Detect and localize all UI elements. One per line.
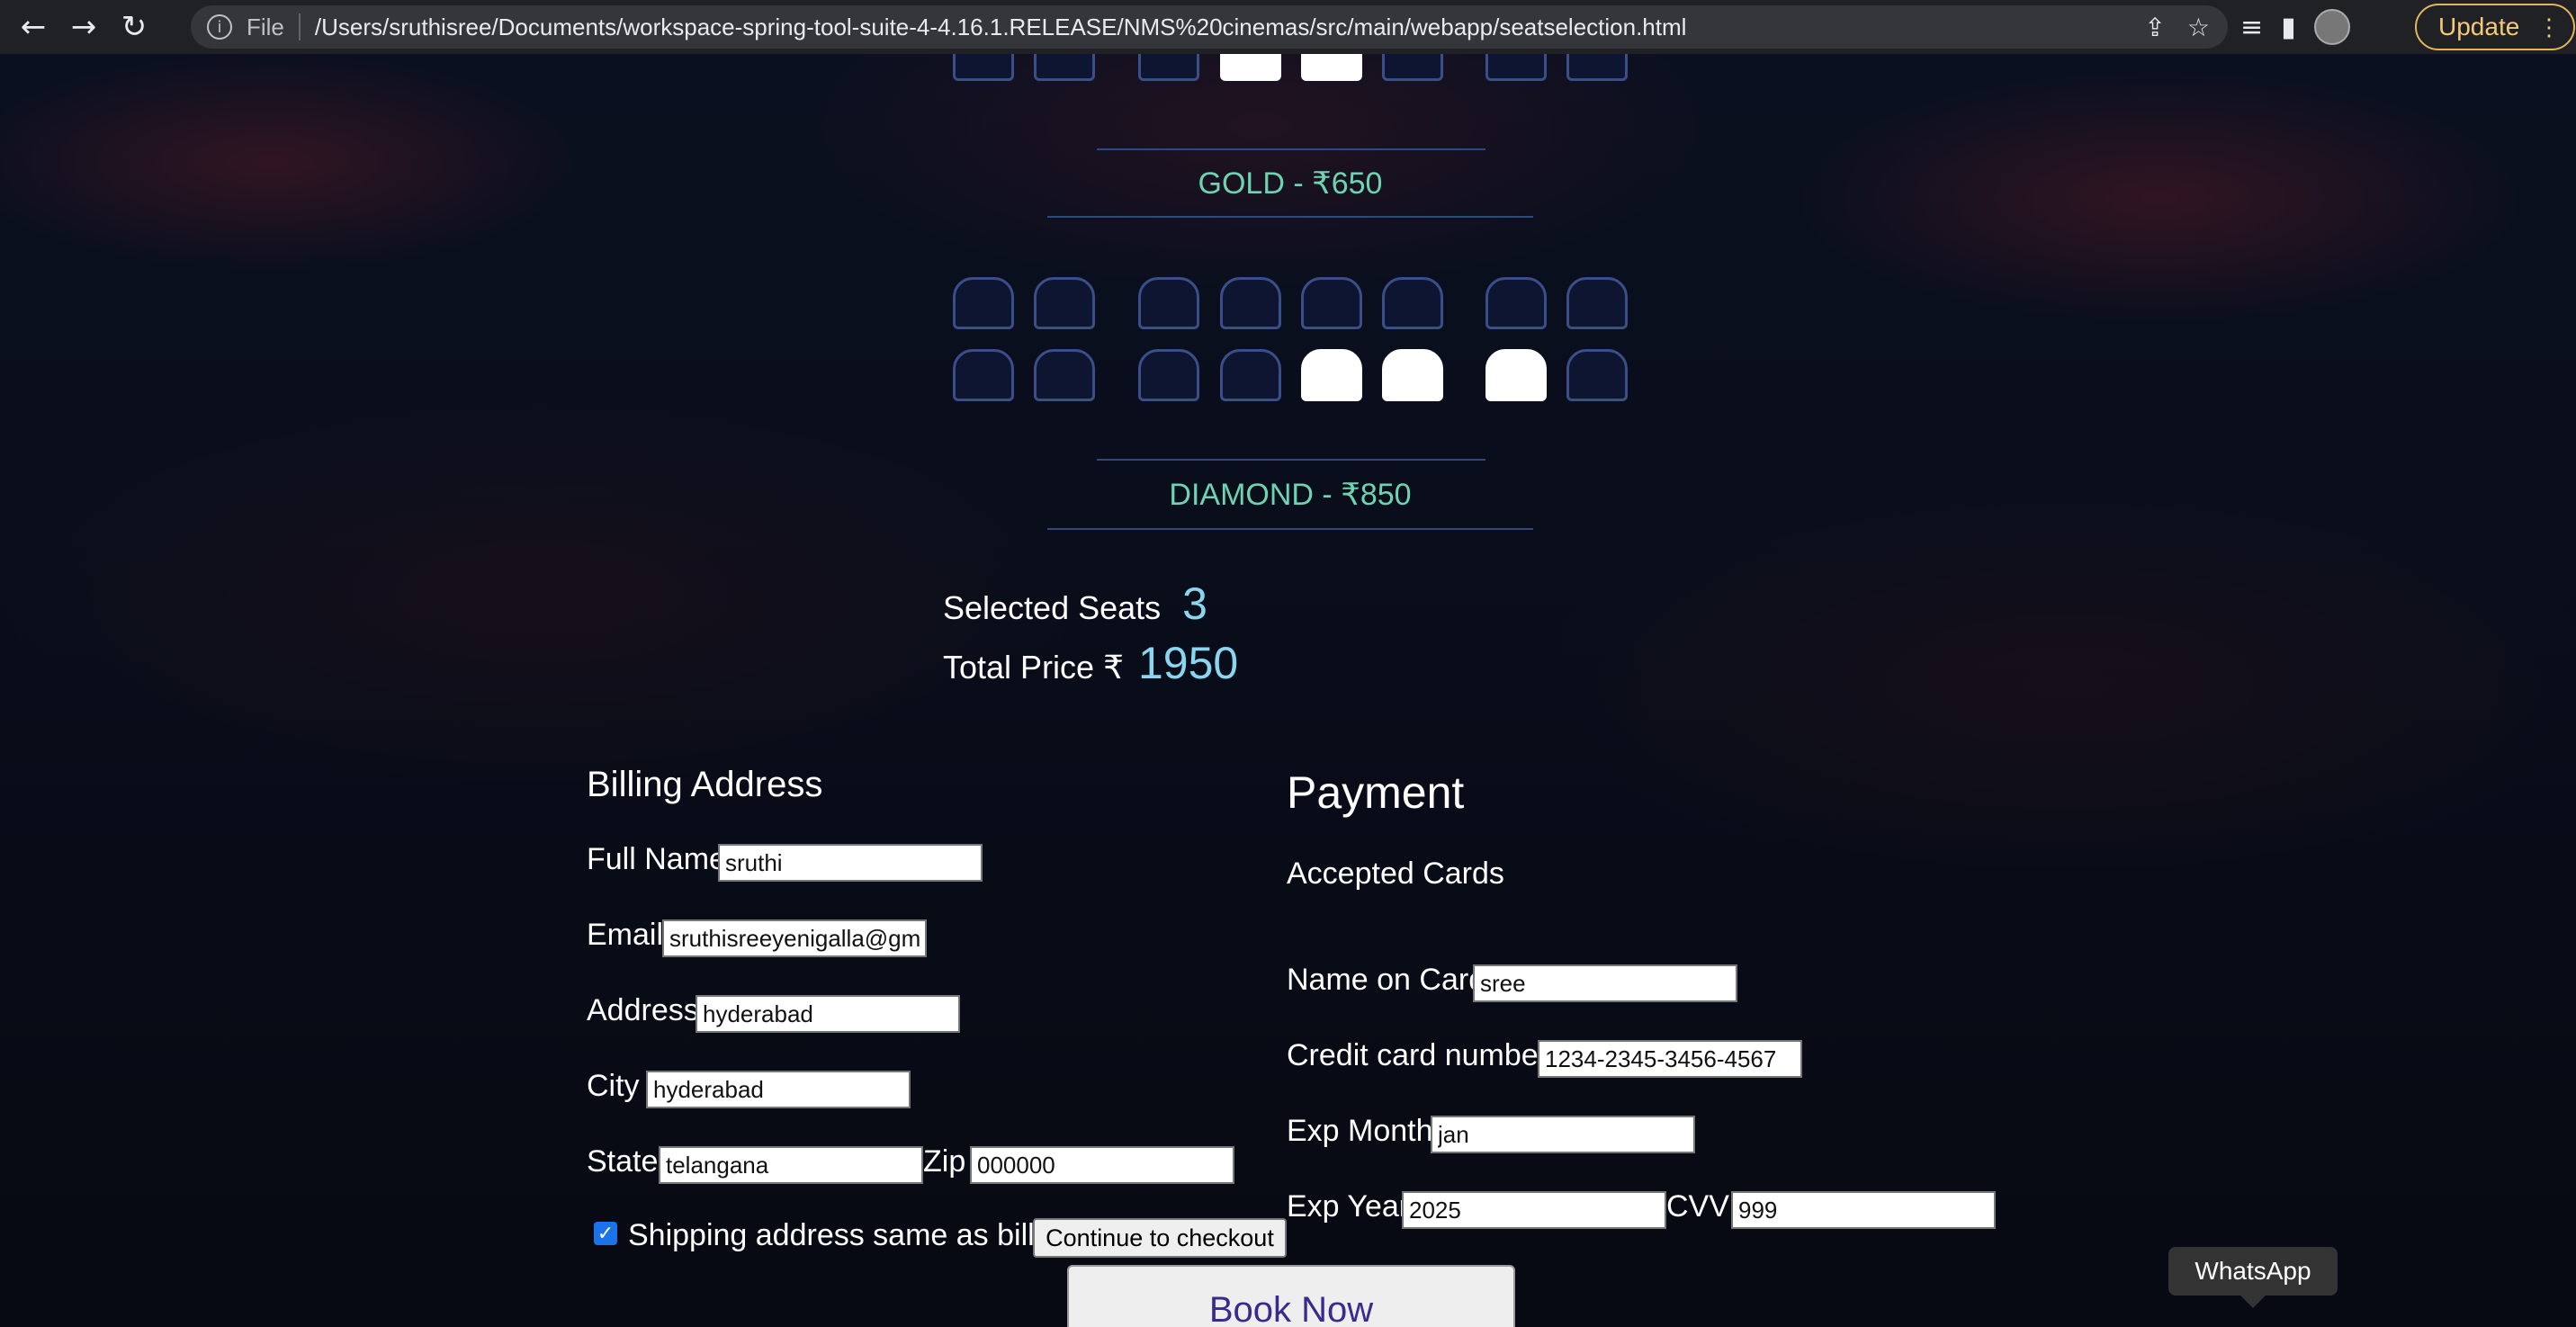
bookmark-star-icon[interactable]: ☆ [2187,13,2210,42]
exp-year-label: Exp Year [1287,1189,1410,1224]
share-icon[interactable]: ⇪ [2144,13,2165,42]
payment-heading: Payment [1287,767,1465,818]
tier-divider [1097,459,1485,461]
book-now-button[interactable]: Book Now [1067,1265,1515,1327]
tier-divider [1047,216,1533,218]
cvv-label: CVV [1666,1189,1729,1224]
browser-toolbar: ← → ↻ i File /Users/sruthisree/Documents… [0,0,2576,54]
address-label: Address [587,993,699,1027]
back-arrow-icon[interactable]: ← [13,6,54,48]
tier-label-gold: GOLD - ₹650 [1198,166,1383,201]
full-name-label: Full Name [587,842,726,876]
url-divider [298,13,301,40]
url-scheme: File [247,13,284,40]
update-label: Update [2438,13,2520,40]
tier-divider [1097,148,1485,150]
total-price-summary: Total Price ₹ 1950 [943,637,1238,689]
seat[interactable] [953,349,1014,401]
address-field[interactable] [696,995,960,1033]
tier-divider [1047,528,1533,530]
shipping-same-label: Shipping address same as billing [628,1218,1076,1252]
exp-year-field[interactable] [1402,1191,1666,1229]
exp-month-label: Exp Month [1287,1114,1433,1148]
url-text[interactable]: /Users/sruthisree/Documents/workspace-sp… [315,13,1687,41]
seat[interactable] [1382,54,1443,81]
reload-icon[interactable]: ↻ [113,6,155,48]
credit-card-number-field[interactable] [1538,1040,1802,1078]
seat-selected[interactable] [1301,54,1362,81]
seat[interactable] [1138,349,1199,401]
billing-heading: Billing Address [587,765,823,804]
seat-selected[interactable] [1301,349,1362,401]
seat[interactable] [1034,54,1095,81]
tier-label-diamond: DIAMOND - ₹850 [1169,478,1412,512]
state-field[interactable] [659,1146,923,1184]
seat[interactable] [1566,277,1628,329]
total-price-label: Total Price ₹ [943,649,1124,686]
total-price-value: 1950 [1137,638,1239,688]
city-field[interactable] [646,1071,911,1108]
seat-selected[interactable] [1485,349,1547,401]
continue-to-checkout-button[interactable]: Continue to checkout [1033,1218,1287,1258]
cvv-field[interactable] [1731,1191,1996,1229]
name-on-card-field[interactable] [1473,964,1737,1002]
seat[interactable] [1220,349,1281,401]
forward-arrow-icon[interactable]: → [63,6,104,48]
exp-month-field[interactable] [1431,1116,1695,1153]
city-label: City [587,1069,640,1103]
email-field[interactable] [662,919,927,957]
name-on-card-label: Name on Card [1287,963,1486,997]
update-button[interactable]: Update ⋮ [2415,4,2575,50]
seat[interactable] [1138,277,1199,329]
seat[interactable] [1485,277,1547,329]
seat[interactable] [1220,277,1281,329]
profile-avatar[interactable] [2313,9,2350,45]
address-bar[interactable]: i File /Users/sruthisree/Documents/works… [191,5,2228,49]
media-control-icon[interactable]: ≡ [2240,12,2263,43]
page-body: GOLD - ₹650 DIAMOND - ₹850 Selected Seat… [0,54,2576,1327]
seat[interactable] [1034,277,1095,329]
email-label: Email [587,918,664,952]
state-label: State [587,1144,659,1179]
seat-selected[interactable] [1382,349,1443,401]
shipping-same-checkbox[interactable]: ✓ [594,1222,617,1245]
seat[interactable] [1301,277,1362,329]
seat[interactable] [1566,54,1628,81]
selected-seats-count: 3 [1182,578,1207,629]
accepted-cards-label: Accepted Cards [1287,856,1504,891]
whatsapp-tooltip: WhatsApp [2168,1247,2338,1308]
zip-field[interactable] [970,1146,1234,1184]
seat[interactable] [1382,277,1443,329]
seat-selected[interactable] [1220,54,1281,81]
seat[interactable] [1566,349,1628,401]
selected-seats-label: Selected Seats [943,589,1162,626]
seat[interactable] [953,54,1014,81]
info-icon[interactable]: i [207,14,232,40]
seat[interactable] [1034,349,1095,401]
zip-label: Zip [923,1144,966,1179]
side-panel-icon[interactable]: ▮ [2281,12,2296,43]
seat[interactable] [953,277,1014,329]
more-vertical-icon[interactable]: ⋮ [2537,13,2561,41]
credit-card-number-label: Credit card number [1287,1038,1549,1072]
seat[interactable] [1485,54,1547,81]
seat[interactable] [1138,54,1199,81]
full-name-field[interactable] [718,844,983,882]
selected-seats-summary: Selected Seats 3 [943,578,1207,630]
